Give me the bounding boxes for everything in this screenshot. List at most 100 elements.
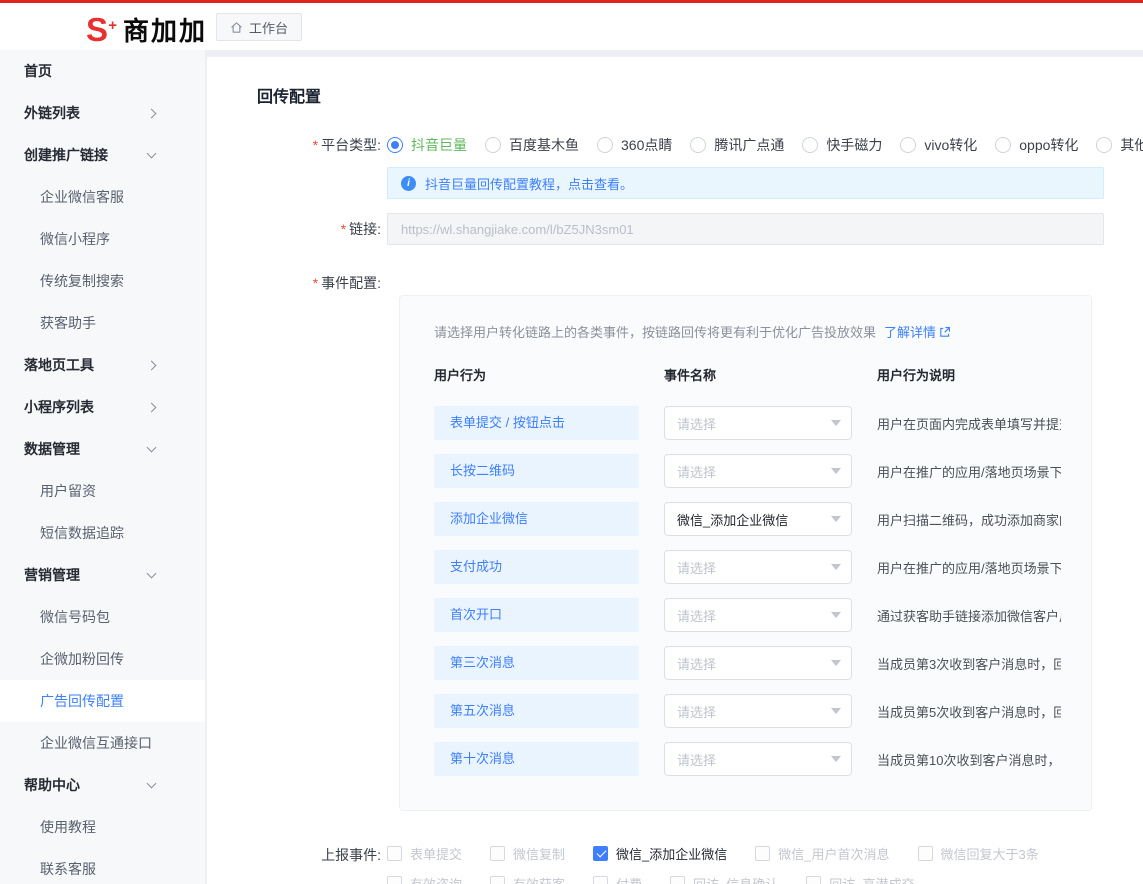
checkbox-icon	[387, 876, 402, 884]
caret-down-icon	[831, 612, 841, 618]
checkbox-icon	[593, 846, 608, 861]
behavior-chip[interactable]: 支付成功	[434, 550, 639, 584]
caret-down-icon	[831, 516, 841, 522]
chevron-down-icon	[147, 442, 157, 452]
event-intro-text: 请选择用户转化链路上的各类事件，按链路回传将更有利于优化广告投放效果 了解详情	[434, 322, 1061, 341]
sidebar-item-marketing-management[interactable]: 营销管理	[0, 554, 205, 596]
platform-radio-360[interactable]: 360点睛	[597, 135, 672, 155]
sidebar-item-home[interactable]: 首页	[0, 50, 205, 92]
learn-more-link[interactable]: 了解详情	[884, 322, 951, 341]
sidebar-item-customer-assistant[interactable]: 获客助手	[0, 302, 205, 344]
event-select[interactable]: 请选择	[664, 598, 852, 632]
sidebar-item-wechat-miniprogram[interactable]: 微信小程序	[0, 218, 205, 260]
report-checkbox-form-submit: 表单提交	[387, 844, 462, 863]
platform-radio-tencent[interactable]: 腾讯广点通	[690, 135, 784, 155]
radio-icon	[690, 137, 706, 153]
behavior-description: 用户在推广的应用/落地页场景下发生交...	[877, 558, 1061, 577]
behavior-chip[interactable]: 第十次消息	[434, 742, 639, 776]
radio-icon	[802, 137, 818, 153]
chevron-down-icon	[147, 148, 157, 158]
tutorial-alert-link[interactable]: 抖音巨量回传配置教程，点击查看。	[425, 174, 633, 193]
event-select[interactable]: 请选择	[664, 550, 852, 584]
behavior-description: 用户扫描二维码，成功添加商家的企业微信	[877, 510, 1061, 529]
chevron-right-icon	[147, 360, 157, 370]
radio-icon	[485, 137, 501, 153]
radio-icon	[387, 137, 403, 153]
sidebar-item-external-links[interactable]: 外链列表	[0, 92, 205, 134]
brand-name: 商加加	[123, 11, 207, 48]
report-checkbox-row-2: 有效咨询 有效获客 付费 回访_信息确认 回访_高潜成交	[387, 873, 1104, 884]
behavior-description: 当成员第10次收到客户消息时，回调此事...	[877, 750, 1061, 769]
sidebar-item-wecom-interop-api[interactable]: 企业微信互通接口	[0, 722, 205, 764]
sidebar-nav: 首页 外链列表 创建推广链接 企业微信客服 微信小程序 传统复制搜索 获客助手 …	[0, 50, 205, 884]
behavior-chip[interactable]: 表单提交 / 按钮点击	[434, 406, 639, 440]
workspace-tab[interactable]: 工作台	[216, 13, 302, 41]
report-checkbox-wechat-reply-gt3: 微信回复大于3条	[918, 844, 1039, 863]
sidebar-item-data-management[interactable]: 数据管理	[0, 428, 205, 470]
platform-radio-other[interactable]: 其他	[1096, 135, 1143, 155]
platform-type-label: *平台类型:	[257, 129, 387, 199]
platform-radio-douyin[interactable]: 抖音巨量	[387, 135, 467, 155]
report-checkbox-wechat-add-wecom[interactable]: 微信_添加企业微信	[593, 844, 727, 863]
event-select[interactable]: 请选择	[664, 742, 852, 776]
behavior-chip[interactable]: 首次开口	[434, 598, 639, 632]
required-mark: *	[313, 137, 318, 153]
info-icon: i	[401, 176, 416, 191]
checkbox-icon	[670, 876, 685, 884]
platform-radio-oppo[interactable]: oppo转化	[995, 135, 1078, 155]
chevron-right-icon	[147, 108, 157, 118]
external-link-icon	[939, 326, 951, 338]
sidebar-item-sms-tracking[interactable]: 短信数据追踪	[0, 512, 205, 554]
report-checkbox-row-1: 表单提交 微信复制 微信_添加企业微信 微信_用户首次消息 微信回复大于3条	[387, 843, 1104, 863]
event-select[interactable]: 请选择	[664, 646, 852, 680]
event-row-tenth-message: 第十次消息 请选择 当成员第10次收到客户消息时，回调此事...	[434, 742, 1061, 776]
event-select[interactable]: 请选择	[664, 406, 852, 440]
link-input[interactable]	[387, 213, 1104, 245]
sidebar-item-wecom-service[interactable]: 企业微信客服	[0, 176, 205, 218]
event-config-label: *事件配置:	[257, 271, 387, 811]
behavior-description: 当成员第5次收到客户消息时，回调此事...	[877, 702, 1061, 721]
radio-icon	[900, 137, 916, 153]
sidebar-item-contact-support[interactable]: 联系客服	[0, 848, 205, 884]
sidebar-item-copy-search[interactable]: 传统复制搜索	[0, 260, 205, 302]
sidebar-item-miniprogram-list[interactable]: 小程序列表	[0, 386, 205, 428]
checkbox-icon	[387, 846, 402, 861]
behavior-description: 用户在推广的应用/落地页场景下发生的...	[877, 462, 1061, 481]
behavior-chip[interactable]: 第三次消息	[434, 646, 639, 680]
sidebar-item-help-center[interactable]: 帮助中心	[0, 764, 205, 806]
main-content: 回传配置 *平台类型: 抖音巨量 百度基木鱼 360点睛 腾讯广点通 快手磁力 …	[207, 57, 1143, 884]
sidebar-item-create-promo-link[interactable]: 创建推广链接	[0, 134, 205, 176]
report-events-row: 上报事件: 表单提交 微信复制 微信_添加企业微信 微信_用户首次消息 微信回复…	[257, 843, 1104, 884]
sidebar-item-landing-tools[interactable]: 落地页工具	[0, 344, 205, 386]
report-checkbox-wechat-copy: 微信复制	[490, 844, 565, 863]
logo-s-icon: S+	[86, 14, 108, 46]
header-event-name: 事件名称	[664, 365, 852, 384]
behavior-description: 当成员第3次收到客户消息时，回调此事...	[877, 654, 1061, 673]
report-events-label: 上报事件:	[257, 843, 387, 884]
report-checkbox-wechat-first-message: 微信_用户首次消息	[755, 844, 889, 863]
chevron-right-icon	[147, 402, 157, 412]
chevron-down-icon	[147, 778, 157, 788]
behavior-chip[interactable]: 第五次消息	[434, 694, 639, 728]
platform-radio-kuaishou[interactable]: 快手磁力	[802, 135, 882, 155]
caret-down-icon	[831, 468, 841, 474]
report-checkbox-revisit-info-confirm: 回访_信息确认	[670, 874, 778, 884]
checkbox-icon	[593, 876, 608, 884]
event-select[interactable]: 请选择	[664, 454, 852, 488]
event-row-add-wecom: 添加企业微信 微信_添加企业微信 用户扫描二维码，成功添加商家的企业微信	[434, 502, 1061, 536]
event-select[interactable]: 请选择	[664, 694, 852, 728]
platform-radio-baidu[interactable]: 百度基木鱼	[485, 135, 579, 155]
caret-down-icon	[831, 660, 841, 666]
sidebar-item-wechat-number-pack[interactable]: 微信号码包	[0, 596, 205, 638]
event-table-header: 用户行为 事件名称 用户行为说明	[434, 365, 1061, 384]
sidebar-item-wecom-fans-callback[interactable]: 企微加粉回传	[0, 638, 205, 680]
event-select[interactable]: 微信_添加企业微信	[664, 502, 852, 536]
sidebar-item-ad-callback-config[interactable]: 广告回传配置	[0, 680, 205, 722]
event-row-first-message: 首次开口 请选择 通过获客助手链接添加微信客户后，当微...	[434, 598, 1061, 632]
required-mark: *	[313, 275, 318, 291]
sidebar-item-tutorials[interactable]: 使用教程	[0, 806, 205, 848]
sidebar-item-user-leads[interactable]: 用户留资	[0, 470, 205, 512]
behavior-chip[interactable]: 长按二维码	[434, 454, 639, 488]
behavior-chip[interactable]: 添加企业微信	[434, 502, 639, 536]
platform-radio-vivo[interactable]: vivo转化	[900, 135, 977, 155]
